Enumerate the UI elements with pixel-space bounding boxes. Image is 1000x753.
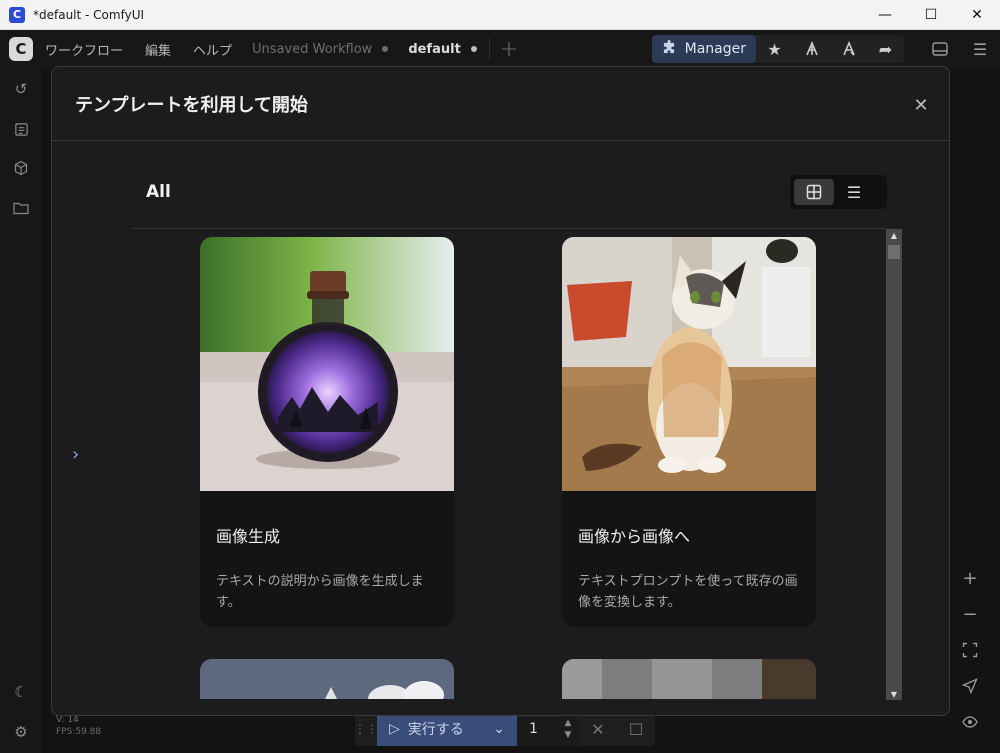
template-card[interactable]: 画像から画像へ テキストプロンプトを使って既存の画像を変換します。 [562,237,816,627]
grid-view-icon[interactable] [794,179,834,205]
cat-thumbnail [562,237,816,491]
menu-help[interactable]: ヘルプ [193,40,232,59]
filter-row: All ☰ [132,167,887,229]
window-titlebar: C *default - ComfyUI — ☐ ✕ [0,0,1000,30]
list-view-icon[interactable]: ☰ [834,179,874,205]
topbar-actions: Manager ★ ➦ ☰ [651,30,1000,68]
comfyui-app-icon: C [9,6,25,23]
bottle-galaxy-thumbnail [200,237,454,491]
unsaved-dot-icon [470,46,477,52]
new-tab-plus-icon[interactable]: + [500,37,518,62]
template-scrollbar[interactable]: ▲ ▼ [886,229,902,700]
card-body: 画像生成 テキストの説明から画像を生成します。 [200,523,454,613]
unsaved-dot-icon [382,46,389,52]
queue-run-bar: ⋮⋮ ▷ 実行する ⌄ 1 ▲ ▼ ✕ ☐ [355,712,655,746]
template-dialog: テンプレートを利用して開始 ✕ › All ☰ 画像生成 テキストの説明から画像… [51,66,950,716]
queue-list-icon[interactable] [11,119,31,139]
card-description: テキストプロンプトを使って既存の画像を変換します。 [578,574,798,610]
window-title: *default - ComfyUI [33,7,145,22]
tab-label: default [408,41,461,57]
card-title: 画像から画像へ [578,527,691,546]
left-sidebar: ↺ ☾ ⚙ [0,68,42,753]
menu-workflow[interactable]: ワークフロー [45,40,123,59]
window-controls: — ☐ ✕ [862,0,1000,30]
batch-count-input[interactable]: 1 [517,712,557,746]
scroll-thumb[interactable] [888,245,900,259]
view-mode-toggle: ☰ [790,175,887,209]
puzzle-icon [662,39,677,59]
version-info: V: 14 FPS:59.88 [56,714,101,738]
batch-count-stepper[interactable]: ▲ ▼ [557,712,579,746]
category-all-label: All [146,182,171,202]
node-library-cube-icon[interactable] [11,158,31,178]
canvas-controls: + − [950,560,990,740]
hamburger-menu-icon[interactable]: ☰ [960,30,1000,68]
share-icon[interactable]: ➦ [867,35,904,63]
zoom-in-icon[interactable]: + [950,560,990,596]
scroll-down-arrow-icon[interactable]: ▼ [886,688,902,700]
model-download-icon[interactable] [793,35,830,63]
cancel-x-icon[interactable]: ✕ [579,712,617,746]
template-card[interactable]: 画像生成 テキストの説明から画像を生成します。 [200,237,454,627]
dialog-header: テンプレートを利用して開始 ✕ [52,67,949,141]
expand-sidebar-chevron-right-icon[interactable]: › [72,444,79,465]
visibility-eye-icon[interactable] [950,704,990,740]
tab-unsaved-workflow[interactable]: Unsaved Workflow [252,41,389,57]
card-description: テキストの説明から画像を生成します。 [216,574,424,610]
tab-label: Unsaved Workflow [252,41,373,57]
run-mode-dropdown-chevron-icon[interactable]: ⌄ [493,721,505,737]
manager-button[interactable]: Manager [651,35,756,63]
stop-square-icon[interactable]: ☐ [617,712,655,746]
tab-divider [488,38,490,60]
increment-chevron-up-icon[interactable]: ▲ [565,717,572,729]
menu-edit[interactable]: 編集 [145,40,171,59]
star-icon[interactable]: ★ [756,35,793,63]
close-icon[interactable]: ✕ [911,95,931,116]
tools-group: Manager ★ ➦ [651,35,904,63]
folder-icon[interactable] [11,198,31,218]
play-icon: ▷ [389,721,400,737]
select-pointer-icon[interactable] [950,668,990,704]
app-menubar: C ワークフロー 編集 ヘルプ Unsaved Workflow default… [0,30,1000,68]
settings-gear-icon[interactable]: ⚙ [11,722,31,742]
template-card[interactable] [200,659,454,699]
template-grid: 画像生成 テキストの説明から画像を生成します。 画像から画像へ テキストプロンプ… [200,237,880,699]
manager-label: Manager [684,41,746,57]
maximize-button[interactable]: ☐ [908,0,954,30]
zoom-out-icon[interactable]: − [950,596,990,632]
fit-view-icon[interactable] [950,632,990,668]
run-label: 実行する [407,722,464,738]
card-title: 画像生成 [216,527,281,546]
fps-label: FPS:59.88 [56,727,102,737]
minimize-button[interactable]: — [862,0,908,30]
card-body: 画像から画像へ テキストプロンプトを使って既存の画像を変換します。 [562,523,816,613]
drag-handle-icon[interactable]: ⋮⋮ [355,712,378,746]
decrement-chevron-down-icon[interactable]: ▼ [565,729,572,741]
template-card[interactable] [562,659,816,699]
tab-default[interactable]: default [408,41,477,57]
history-icon[interactable]: ↺ [11,79,31,99]
close-window-button[interactable]: ✕ [954,0,1000,30]
dialog-title: テンプレートを利用して開始 [75,94,308,116]
scroll-up-arrow-icon[interactable]: ▲ [886,229,902,241]
comfyui-logo[interactable]: C [9,37,33,61]
theme-moon-icon[interactable]: ☾ [11,682,31,702]
model-library-icon[interactable] [830,35,867,63]
run-button[interactable]: ▷ 実行する ⌄ [377,712,517,746]
toggle-panel-icon[interactable] [920,30,960,68]
